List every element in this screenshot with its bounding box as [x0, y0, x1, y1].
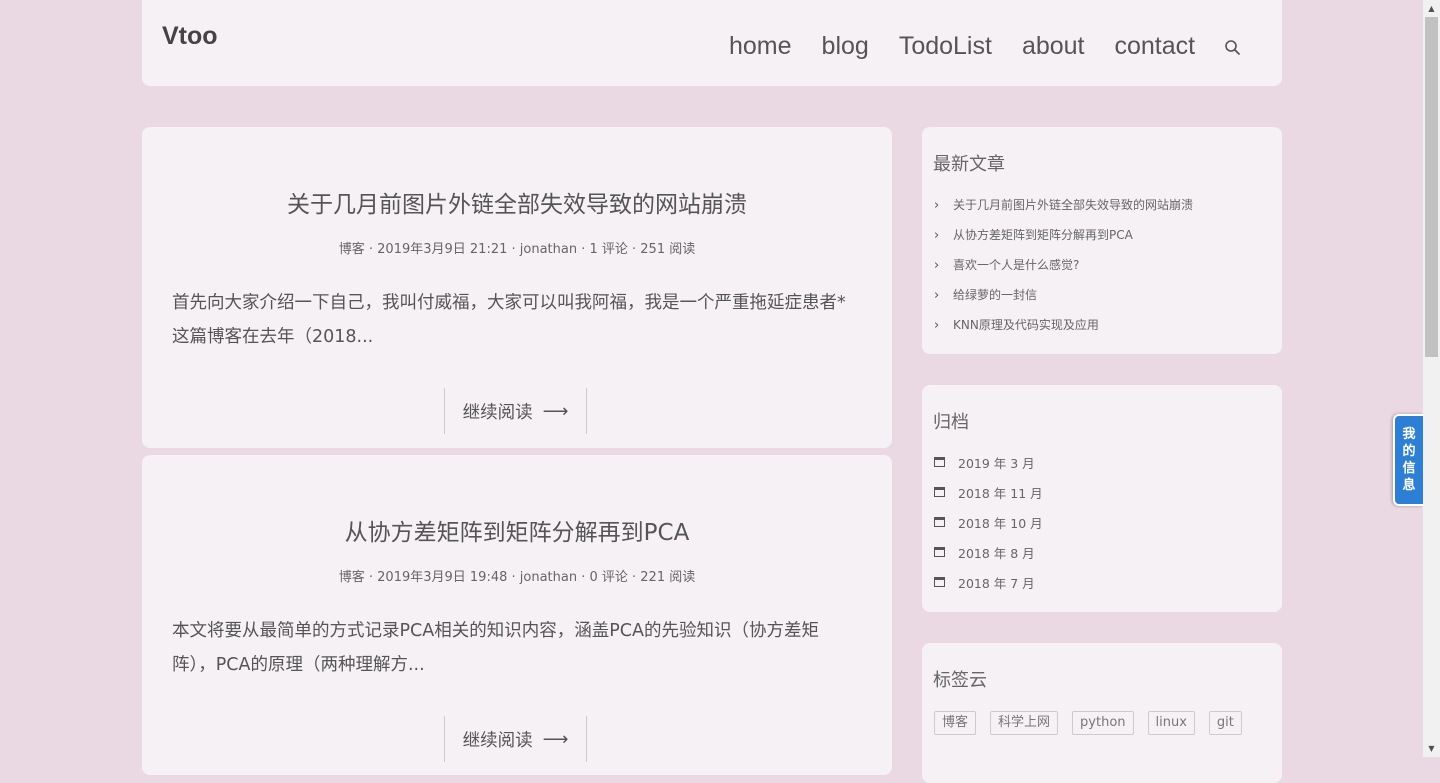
info-tab-char: 的	[1402, 444, 1416, 459]
info-tab-char: 信	[1402, 461, 1416, 476]
calendar-icon	[934, 577, 945, 587]
archive-link[interactable]: 2018 年 7 月	[934, 567, 1043, 597]
search-icon[interactable]	[1223, 38, 1243, 58]
scroll-up-arrow-icon[interactable]: ▲	[1423, 0, 1440, 17]
recent-post-link[interactable]: › 喜欢一个人是什么感觉?	[934, 249, 1193, 279]
widget-title: 最新文章	[933, 154, 1005, 175]
chevron-right-icon: ›	[934, 198, 940, 213]
post-title[interactable]: 关于几月前图片外链全部失效导致的网站崩溃	[142, 185, 892, 219]
post-title[interactable]: 从协方差矩阵到矩阵分解再到PCA	[142, 513, 892, 547]
widget-title: 归档	[933, 412, 969, 433]
archive-link[interactable]: 2018 年 11 月	[934, 477, 1043, 507]
recent-post-link[interactable]: › KNN原理及代码实现及应用	[934, 309, 1193, 339]
tag[interactable]: 科学上网	[990, 711, 1059, 735]
read-more-button[interactable]: 继续阅读 ⟶	[444, 716, 587, 762]
archive-link[interactable]: 2018 年 8 月	[934, 537, 1043, 567]
archive-label: 2018 年 10 月	[958, 515, 1043, 531]
my-info-tab[interactable]: 我 的 信 息	[1393, 414, 1423, 506]
post-meta: 博客 · 2019年3月9日 19:48 · jonathan · 0 评论 ·…	[338, 570, 696, 585]
archive-label: 2018 年 11 月	[958, 485, 1043, 501]
read-more-label: 继续阅读	[462, 730, 533, 751]
nav-home[interactable]: home	[729, 32, 792, 61]
archive-link[interactable]: 2018 年 10 月	[934, 507, 1043, 537]
scrollbar-thumb[interactable]	[1425, 17, 1438, 357]
nav-contact[interactable]: contact	[1115, 32, 1196, 61]
post-card: 关于几月前图片外链全部失效导致的网站崩溃 博客 · 2019年3月9日 21:2…	[142, 127, 892, 448]
post-excerpt: 首先向大家介绍一下自己，我叫付威福，大家可以叫我阿福，我是一个严重拖延症患者*这…	[172, 293, 846, 347]
nav-todolist[interactable]: TodoList	[899, 32, 992, 61]
chevron-right-icon: ›	[934, 288, 940, 303]
tag[interactable]: python	[1072, 711, 1134, 735]
tag[interactable]: 博客	[934, 711, 977, 735]
post-meta: 博客 · 2019年3月9日 21:21 · jonathan · 1 评论 ·…	[338, 242, 696, 257]
recent-post-label: 关于几月前图片外链全部失效导致的网站崩溃	[953, 197, 1194, 212]
calendar-icon	[934, 517, 945, 527]
vertical-scrollbar[interactable]: ▲ ▼	[1423, 0, 1440, 757]
widget-title: 标签云	[933, 670, 987, 691]
scroll-down-arrow-icon[interactable]: ▼	[1423, 740, 1440, 757]
main-nav: home blog TodoList about contact	[729, 32, 1243, 61]
tag[interactable]: git	[1208, 711, 1242, 735]
calendar-icon	[934, 547, 945, 557]
arrow-right-icon: ⟶	[542, 400, 569, 422]
archive-label: 2018 年 7 月	[958, 575, 1035, 591]
tag[interactable]: linux	[1147, 711, 1195, 735]
recent-post-label: KNN原理及代码实现及应用	[953, 317, 1099, 332]
post-excerpt: 本文将要从最简单的方式记录PCA相关的知识内容，涵盖PCA的先验知识（协方差矩阵…	[172, 621, 819, 675]
read-more-label: 继续阅读	[462, 402, 533, 423]
recent-post-label: 从协方差矩阵到矩阵分解再到PCA	[953, 227, 1133, 242]
post-card: 从协方差矩阵到矩阵分解再到PCA 博客 · 2019年3月9日 19:48 · …	[142, 455, 892, 775]
archive-widget: 归档 2019 年 3 月 2018 年 11 月 2018 年 10 月 20…	[922, 385, 1282, 612]
site-header: Vtoo home blog TodoList about contact	[142, 0, 1282, 86]
calendar-icon	[934, 457, 945, 467]
nav-about[interactable]: about	[1022, 32, 1085, 61]
archive-link[interactable]: 2019 年 3 月	[934, 447, 1043, 477]
info-tab-char: 我	[1402, 427, 1416, 442]
recent-post-link[interactable]: › 从协方差矩阵到矩阵分解再到PCA	[934, 219, 1193, 249]
tag-cloud-widget: 标签云 博客 科学上网 python linux git	[922, 643, 1282, 783]
recent-posts-widget: 最新文章 › 关于几月前图片外链全部失效导致的网站崩溃 › 从协方差矩阵到矩阵分解再…	[922, 127, 1282, 354]
recent-posts-list: › 关于几月前图片外链全部失效导致的网站崩溃 › 从协方差矩阵到矩阵分解再到PCA …	[934, 189, 1193, 339]
chevron-right-icon: ›	[934, 258, 940, 273]
nav-blog[interactable]: blog	[822, 32, 869, 61]
tag-cloud: 博客 科学上网 python linux git	[934, 711, 1264, 749]
calendar-icon	[934, 487, 945, 497]
recent-post-link[interactable]: › 给绿萝的一封信	[934, 279, 1193, 309]
site-title[interactable]: Vtoo	[162, 22, 218, 51]
archive-label: 2018 年 8 月	[958, 545, 1035, 561]
archive-list: 2019 年 3 月 2018 年 11 月 2018 年 10 月 2018 …	[934, 447, 1043, 597]
archive-label: 2019 年 3 月	[958, 455, 1035, 471]
chevron-right-icon: ›	[934, 318, 940, 333]
chevron-right-icon: ›	[934, 228, 940, 243]
recent-post-link[interactable]: › 关于几月前图片外链全部失效导致的网站崩溃	[934, 189, 1193, 219]
read-more-button[interactable]: 继续阅读 ⟶	[444, 388, 587, 434]
info-tab-char: 息	[1402, 478, 1416, 493]
arrow-right-icon: ⟶	[542, 728, 569, 750]
recent-post-label: 喜欢一个人是什么感觉?	[953, 257, 1080, 272]
recent-post-label: 给绿萝的一封信	[953, 287, 1038, 302]
